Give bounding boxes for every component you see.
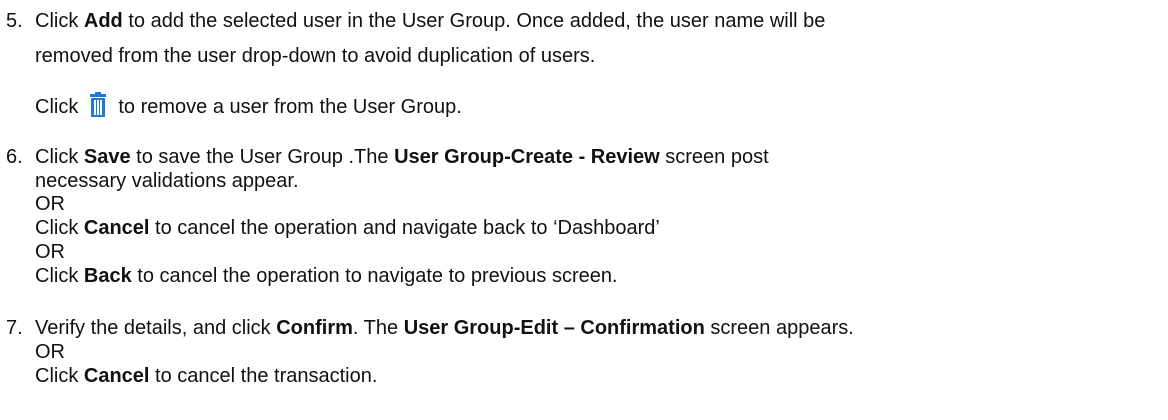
step-number: 7. [6, 317, 23, 339]
confirm-label: Confirm [276, 317, 353, 339]
cancel-label: Cancel [83, 217, 150, 239]
step-7-line-3: Click Cancel to cancel the transaction. [35, 365, 378, 387]
step-6-line-6: Click Back to cancel the operation to na… [35, 265, 618, 287]
review-screen-label: User Group-Create - Review [394, 146, 660, 168]
save-label: Save [83, 146, 131, 168]
step-number: 5. [6, 10, 23, 32]
step-6-line-4: Click Cancel to cancel the operation and… [35, 217, 660, 239]
step-6-line-2: necessary validations appear. [35, 170, 299, 192]
or-separator: OR [35, 341, 65, 363]
or-separator: OR [35, 241, 65, 263]
trash-icon [84, 91, 112, 119]
step-5-line-3: Click to remove a user from the User Gro… [35, 91, 462, 121]
back-label: Back [83, 265, 132, 287]
step-5-line-2: removed from the user drop-down to avoid… [35, 45, 596, 67]
step-6-line-1: Click Save to save the User Group .The U… [35, 146, 769, 168]
step-7-line-1: Verify the details, and click Confirm. T… [35, 317, 854, 339]
step-number: 6. [6, 146, 23, 168]
step-5-line-1: Click Add to add the selected user in th… [35, 10, 826, 32]
add-label: Add [83, 10, 123, 32]
cancel-label: Cancel [83, 365, 150, 387]
confirmation-screen-label: User Group-Edit – Confirmation [403, 317, 705, 339]
or-separator: OR [35, 193, 65, 215]
